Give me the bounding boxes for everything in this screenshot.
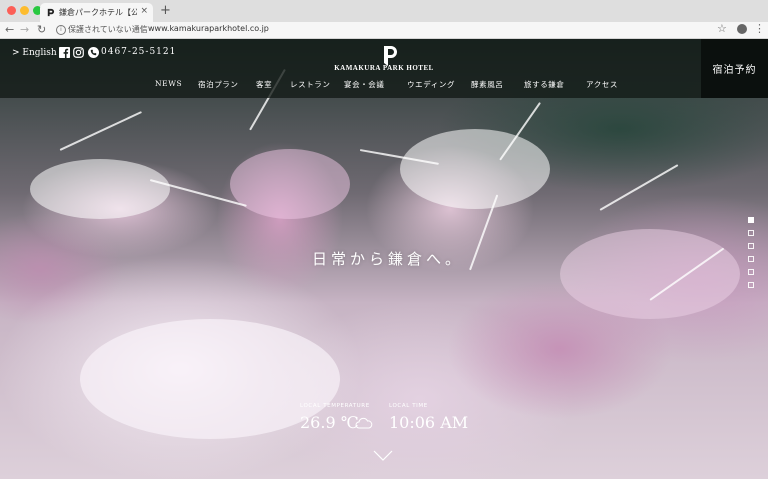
time-value: 10:06 AM — [389, 413, 469, 432]
page: > English 0467-25-5121 KAMAKURA PARK HOT… — [0, 39, 768, 479]
url-separator: | — [141, 24, 144, 33]
nav-item-wedding[interactable]: ウエディング — [407, 79, 455, 90]
nav-item-enzyme-bath[interactable]: 酵素風呂 — [471, 79, 503, 90]
menu-icon[interactable]: ⋮ — [754, 22, 765, 35]
new-tab-button[interactable]: + — [160, 3, 171, 18]
pager-dot[interactable] — [748, 282, 754, 288]
hero-tagline: 日常から鎌倉へ。 — [312, 250, 465, 268]
bookmark-star-icon[interactable]: ☆ — [717, 22, 727, 35]
pager-dot[interactable] — [748, 269, 754, 275]
petal-shape — [400, 129, 550, 209]
phone-icon[interactable] — [88, 47, 99, 58]
nav-item-rooms[interactable]: 客室 — [256, 79, 272, 90]
nav-item-access[interactable]: アクセス — [586, 79, 618, 90]
nav-item-news[interactable]: NEWS — [155, 79, 182, 88]
reload-icon[interactable]: ↻ — [37, 23, 46, 36]
cloud-icon — [355, 417, 373, 429]
time-label: LOCAL TIME — [389, 403, 428, 409]
temperature-value: 26.9 ℃ — [300, 413, 359, 432]
nav-item-travel-kamakura[interactable]: 旅する鎌倉 — [524, 79, 565, 90]
tab-close-button[interactable]: × — [140, 6, 148, 16]
nav-item-restaurant[interactable]: レストラン — [290, 79, 331, 90]
pager-dot[interactable] — [748, 217, 754, 223]
info-icon[interactable]: i — [56, 25, 66, 35]
favicon-icon — [47, 8, 55, 17]
minimize-window-button[interactable] — [20, 6, 29, 15]
hotel-logo-text[interactable]: KAMAKURA PARK HOTEL — [300, 64, 468, 72]
browser-toolbar: ← → ↻ i 保護されていない通信 | www.kamakuraparkhot… — [0, 22, 768, 39]
browser-tab[interactable]: 鎌倉パークホテル【公式】| KA × — [40, 3, 153, 22]
nav-item-banquet[interactable]: 宴会・会議 — [344, 79, 385, 90]
instagram-icon[interactable] — [73, 47, 84, 58]
english-link[interactable]: > English — [12, 48, 57, 58]
nav-item-plans[interactable]: 宿泊プラン — [198, 79, 239, 90]
site-header: > English 0467-25-5121 KAMAKURA PARK HOT… — [0, 39, 768, 98]
url-text[interactable]: www.kamakuraparkhotel.co.jp — [148, 24, 269, 33]
reserve-button-label: 宿泊予約 — [712, 65, 757, 76]
petal-shape — [230, 149, 350, 219]
back-icon[interactable]: ← — [5, 23, 14, 36]
reserve-button[interactable]: 宿泊予約 — [701, 39, 768, 98]
pager-dot[interactable] — [748, 256, 754, 262]
facebook-icon[interactable] — [59, 47, 70, 58]
account-icon[interactable] — [737, 24, 747, 34]
close-window-button[interactable] — [7, 6, 16, 15]
address-bar[interactable]: i 保護されていない通信 | www.kamakuraparkhotel.co.… — [52, 23, 732, 37]
browser-tabbar: 鎌倉パークホテル【公式】| KA × + — [0, 0, 768, 22]
petal-shape — [30, 159, 170, 219]
temperature-label: LOCAL TEMPERATURE — [300, 403, 370, 409]
tab-title: 鎌倉パークホテル【公式】| KA — [59, 8, 137, 17]
main-nav: NEWS 宿泊プラン 客室 レストラン 宴会・会議 ウエディング 酵素風呂 旅す… — [140, 79, 640, 93]
forward-icon[interactable]: → — [20, 23, 29, 36]
petal-shape — [560, 229, 740, 319]
pager-dot[interactable] — [748, 243, 754, 249]
stamen-strand — [59, 111, 142, 151]
security-status: 保護されていない通信 — [68, 25, 148, 34]
pager-dot[interactable] — [748, 230, 754, 236]
chevron-down-icon[interactable] — [373, 450, 393, 462]
phone-number[interactable]: 0467-25-5121 — [101, 47, 176, 57]
stamen-strand — [599, 164, 679, 211]
